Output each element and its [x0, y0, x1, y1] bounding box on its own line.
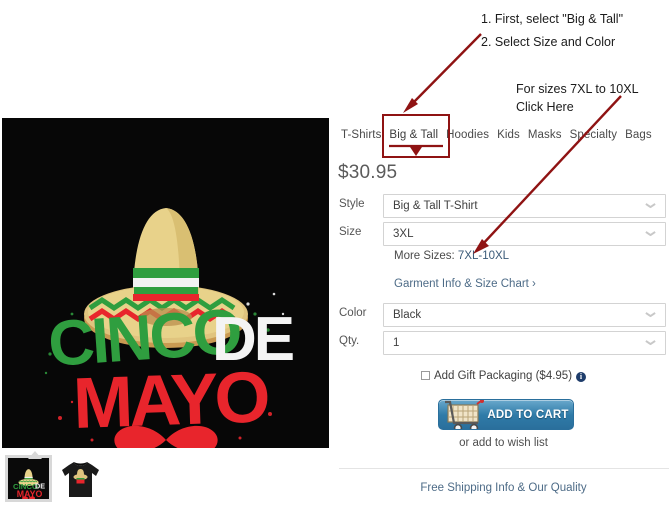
tab-kids[interactable]: Kids	[493, 126, 524, 144]
size-label: Size	[339, 226, 362, 238]
add-to-cart-button[interactable]: ADD TO CART	[438, 399, 574, 430]
style-value: Big & Tall T-Shirt	[393, 200, 478, 212]
thumbnail-strip: CINCO DE MAYO	[2, 451, 329, 505]
more-sizes-link[interactable]: 7XL-10XL	[458, 250, 509, 262]
chevron-down-icon	[646, 312, 655, 317]
size-chart-link[interactable]: Garment Info & Size Chart ›	[394, 278, 536, 290]
size-row: Size 3XL	[337, 222, 670, 246]
style-label: Style	[339, 198, 365, 210]
chevron-down-icon	[646, 231, 655, 236]
style-row: Style Big & Tall T-Shirt	[337, 194, 670, 218]
size-select[interactable]: 3XL	[383, 222, 666, 246]
more-sizes-label: More Sizes:	[394, 250, 458, 262]
tab-hoodies[interactable]: Hoodies	[442, 126, 493, 144]
qty-select[interactable]: 1	[383, 331, 666, 355]
gift-packaging-checkbox[interactable]	[420, 371, 430, 380]
qty-row: Qty. 1	[337, 331, 670, 355]
design-thumbnail-image: CINCO DE MAYO	[8, 457, 49, 500]
product-gallery: CINCO DE MAYO CINCO DE MAYO	[2, 118, 329, 502]
qty-value: 1	[393, 337, 400, 349]
tab-t-shirts[interactable]: T-Shirts	[337, 126, 385, 144]
buy-box: T-Shirts Big & Tall Hoodies Kids Masks Specia…	[337, 0, 670, 500]
product-price: $30.95	[338, 162, 398, 183]
color-label: Color	[339, 307, 367, 319]
shirt-thumbnail-image	[57, 455, 104, 502]
shopping-cart-icon	[445, 400, 484, 429]
gift-packaging-label: Add Gift Packaging ($4.95)	[433, 370, 573, 382]
tab-bags[interactable]: Bags	[621, 126, 656, 144]
chevron-down-icon	[646, 203, 655, 208]
color-value: Black	[393, 309, 422, 321]
product-page: CINCO DE MAYO CINCO DE MAYO T-Shirts Big…	[0, 0, 670, 502]
shirt-thumbnail[interactable]	[57, 455, 104, 502]
selected-thumbnail-caret	[28, 451, 42, 459]
color-select[interactable]: Black	[383, 303, 666, 327]
main-product-image[interactable]: CINCO DE MAYO	[2, 118, 329, 448]
design-thumbnail[interactable]: CINCO DE MAYO	[5, 451, 52, 502]
add-to-cart-label: ADD TO CART	[487, 409, 569, 421]
free-shipping-link[interactable]: Free Shipping Info & Our Quality	[337, 482, 670, 494]
size-value: 3XL	[393, 228, 414, 240]
category-tabs: T-Shirts Big & Tall Hoodies Kids Masks Specia…	[337, 126, 670, 148]
wish-list-link[interactable]: or add to wish list	[337, 437, 670, 449]
tab-masks[interactable]: Masks	[524, 126, 566, 144]
svg-text:MAYO: MAYO	[72, 357, 269, 444]
tab-specialty[interactable]: Specialty	[566, 126, 622, 144]
style-select[interactable]: Big & Tall T-Shirt	[383, 194, 666, 218]
info-icon[interactable]: i	[576, 372, 587, 382]
gift-packaging-row: Add Gift Packaging ($4.95) i	[337, 370, 670, 382]
section-divider	[339, 468, 669, 469]
more-sizes-row: More Sizes: 7XL-10XL	[394, 250, 509, 262]
color-row: Color Black	[337, 303, 670, 327]
qty-label: Qty.	[339, 335, 360, 347]
cinco-de-mayo-artwork: CINCO DE MAYO	[2, 118, 329, 448]
tab-big-and-tall[interactable]: Big & Tall	[385, 126, 442, 144]
chevron-down-icon	[646, 340, 655, 345]
